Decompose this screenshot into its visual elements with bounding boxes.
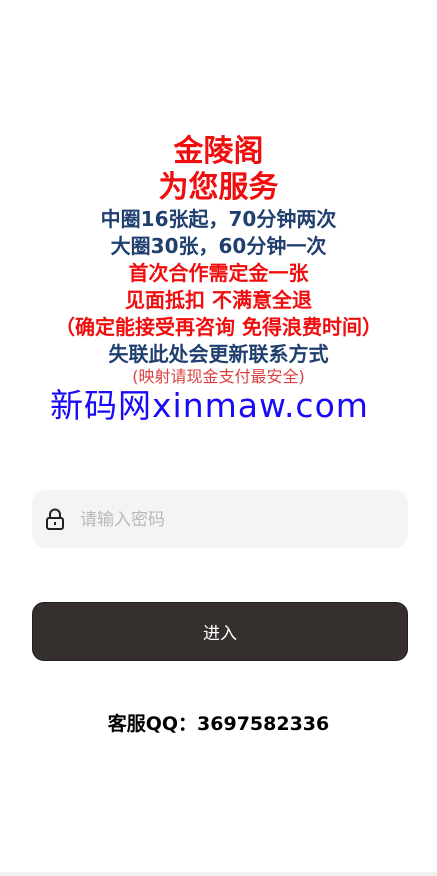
watermark-text: 新码网xinmaw.com <box>50 386 369 425</box>
payment-note-line: (映射请现金支付最安全) <box>132 367 305 386</box>
lock-icon <box>46 508 64 530</box>
info-line-2: 大圈30张，60分钟一次 <box>110 234 327 258</box>
brand-title: 金陵阁 <box>173 134 264 169</box>
customer-service-qq: 客服QQ：3697582336 <box>107 713 330 735</box>
notice-line-1: 首次合作需定金一张 <box>128 261 309 285</box>
intro-text-block: 金陵阁 为您服务 中圈16张起，70分钟两次 大圈30张，60分钟一次 首次合作… <box>0 134 437 401</box>
password-field-container[interactable] <box>32 490 408 550</box>
notice-line-3: （确定能接受再咨询 免得浪费时间） <box>55 315 382 339</box>
contact-update-line: 失联此处会更新联系方式 <box>108 342 329 366</box>
password-input[interactable] <box>78 490 392 550</box>
enter-button[interactable]: 进入 <box>32 602 408 661</box>
service-title: 为您服务 <box>158 170 279 205</box>
bottom-divider <box>0 872 437 876</box>
notice-line-2: 见面抵扣 不满意全退 <box>125 288 312 312</box>
info-line-1: 中圈16张起，70分钟两次 <box>100 207 337 231</box>
